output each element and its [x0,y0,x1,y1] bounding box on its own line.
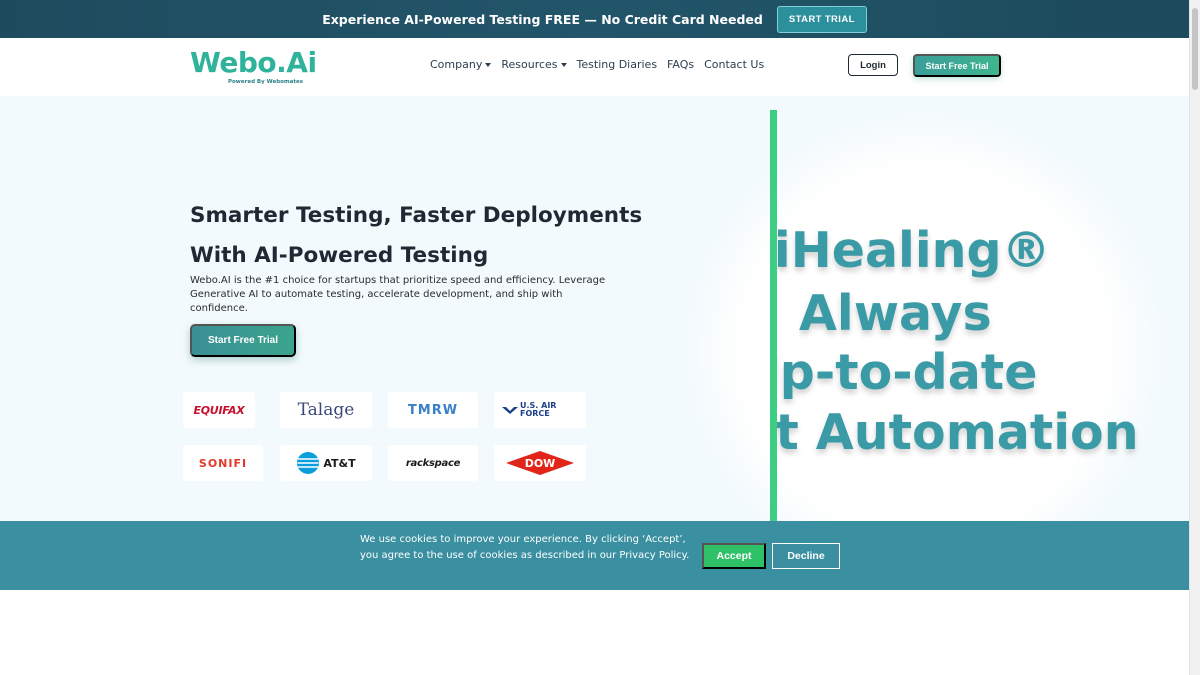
usaf-logo: U.S. AIR FORCE [502,402,578,418]
client-logo-rackspace: rackspace [388,445,478,481]
usaf-logo-text: U.S. AIR FORCE [520,401,557,418]
cookie-text: We use cookies to improve your experienc… [360,534,690,561]
webo-ai-logo[interactable]: Webo.Ai Powered By Webomates [190,46,317,88]
logo-wordmark: Webo.Ai [190,46,317,79]
login-button[interactable]: Login [848,54,898,76]
nav-company[interactable]: Company [430,58,492,71]
client-logo-equifax: EQUIFAX [183,392,255,428]
talage-logo-text: Talage [297,400,355,420]
main-nav: Company Resources Testing Diaries FAQs C… [430,58,764,71]
client-logo-att: AT&T [280,445,372,481]
client-logo-usaf: U.S. AIR FORCE [494,392,586,428]
header-start-free-trial-button[interactable]: Start Free Trial [913,54,1001,77]
nav-company-label: Company [430,58,483,71]
nav-faqs[interactable]: FAQs [667,58,694,71]
hero-section: Smarter Testing, Faster Deployments With… [0,96,1189,521]
decline-cookies-button[interactable]: Decline [772,543,840,569]
att-logo-text: AT&T [323,456,356,470]
caret-down-icon [560,62,567,67]
client-logo-talage: Talage [280,392,372,428]
accept-cookies-button[interactable]: Accept [702,543,766,569]
att-globe-icon [297,452,320,474]
hero-start-free-trial-button[interactable]: Start Free Trial [190,324,296,357]
usaf-wings-icon [502,407,518,414]
announcement-bar: Experience AI-Powered Testing FREE — No … [0,0,1189,38]
nav-resources-label: Resources [501,58,558,71]
cookie-banner: We use cookies to improve your experienc… [0,521,1189,590]
site-header: Webo.Ai Powered By Webomates Company Res… [0,38,1189,96]
dow-logo-text: DOW [524,456,556,470]
accent-vertical-bar [770,110,777,521]
slogan-mask [610,96,770,521]
announcement-text: Experience AI-Powered Testing FREE — No … [322,11,763,27]
rackspace-logo-text: rackspace [405,457,461,469]
hero-description: Webo.AI is the #1 choice for startups th… [190,275,606,314]
sonifi-logo-text: SONIFI [198,456,248,470]
start-trial-button[interactable]: START TRIAL [776,5,867,33]
tmrw-logo-text: TMRW [407,402,459,418]
hero-title-line1: Smarter Testing, Faster Deployments [190,203,643,228]
slogan-line-aihealing: AiHealing® [736,222,1051,279]
client-logo-tmrw: TMRW [388,392,478,428]
client-logo-dow: DOW [494,445,586,481]
nav-contact-us[interactable]: Contact Us [704,58,764,71]
logo-tagline: Powered By Webomates [228,79,303,85]
hero-title-line2: With AI-Powered Testing [190,243,489,268]
equifax-logo-text: EQUIFAX [193,403,245,417]
hero-title: Smarter Testing, Faster Deployments With… [190,196,642,276]
slogan-line-up-to-date: Up-to-date [740,344,1038,401]
scrollbar-thumb[interactable] [1192,8,1198,90]
slogan-line-always: Always [799,285,992,342]
att-logo: AT&T [296,451,356,475]
client-logo-sonifi: SONIFI [183,445,263,481]
page-scrollbar[interactable] [1189,0,1200,675]
nav-testing-diaries[interactable]: Testing Diaries [577,58,658,71]
caret-down-icon [485,62,492,67]
nav-resources[interactable]: Resources [501,58,567,71]
